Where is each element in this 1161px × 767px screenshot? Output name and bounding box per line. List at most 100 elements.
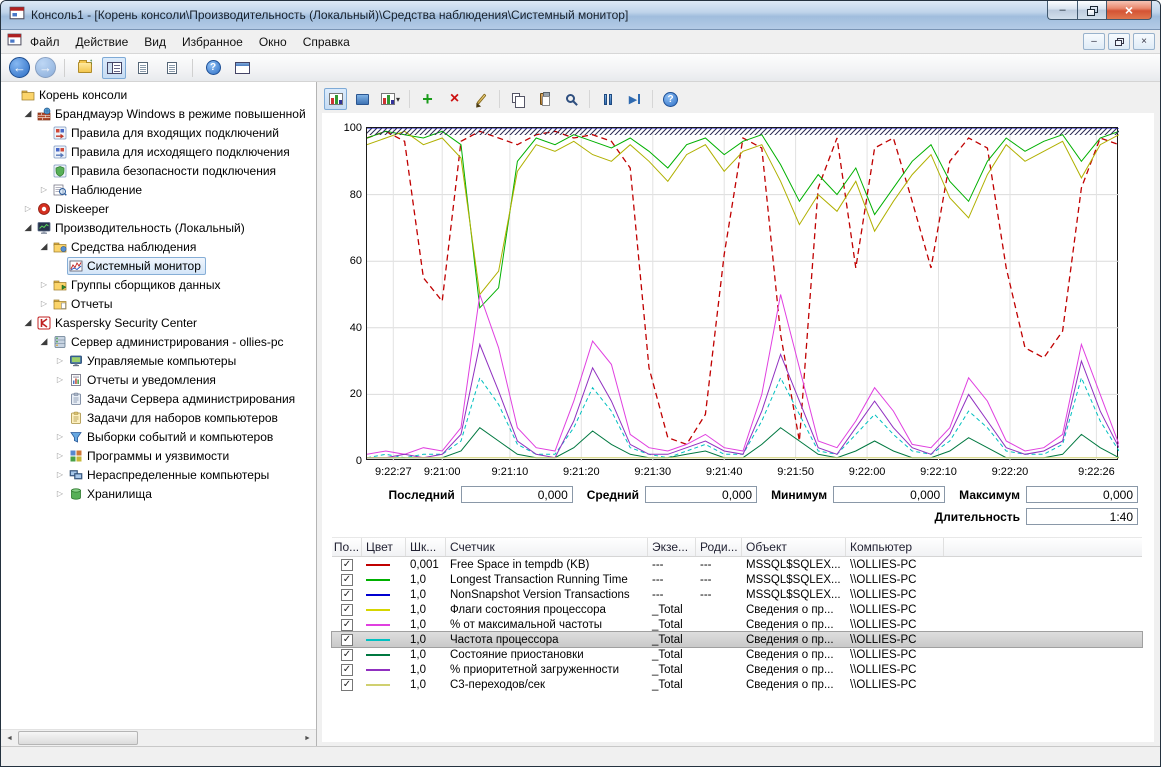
scrollbar-thumb[interactable] <box>18 731 138 745</box>
pm-change-graph-type-button[interactable]: ▾ <box>378 88 403 110</box>
counter-row-2[interactable]: ✓1,0Longest Transaction Running Time----… <box>332 572 1142 587</box>
tree-item-console-root[interactable]: Корень консоли <box>1 85 316 104</box>
menu-window[interactable]: Окно <box>251 31 295 53</box>
maximize-restore-button[interactable] <box>1077 1 1106 20</box>
pm-update-data-button[interactable]: ▶ <box>623 88 646 110</box>
toolbar-forward-button[interactable]: → <box>35 57 56 78</box>
scroll-right-arrow-icon[interactable]: ► <box>299 730 316 746</box>
tree-item-reports[interactable]: ▷Отчеты <box>1 294 316 313</box>
toolbar-show-hide-console-tree-button[interactable] <box>102 57 126 79</box>
tree-item-outbound-rules[interactable]: Правила для исходящего подключения <box>1 142 316 161</box>
counter-row-8[interactable]: ✓1,0% приоритетной загруженности_TotalСв… <box>332 662 1142 677</box>
pm-freeze-display-button[interactable] <box>596 88 619 110</box>
menu-file[interactable]: Файл <box>22 31 68 53</box>
pm-properties-button[interactable] <box>560 88 583 110</box>
toolbar-properties-button[interactable] <box>160 57 184 79</box>
counter-row-6[interactable]: ✓1,0Частота процессора_TotalСведения о п… <box>332 632 1142 647</box>
column-header-instance[interactable]: Экзе... <box>648 538 696 556</box>
counter-checkbox[interactable]: ✓ <box>341 574 353 586</box>
child-restore-button[interactable] <box>1108 33 1130 50</box>
tree-item-windows-firewall[interactable]: ◢Брандмауэр Windows в режиме повышенной <box>1 104 316 123</box>
tree-item-inbound-rules[interactable]: Правила для входящих подключений <box>1 123 316 142</box>
pm-highlight-button[interactable] <box>470 88 493 110</box>
tree-item-unassigned-computers[interactable]: ▷Нераспределенные компьютеры <box>1 465 316 484</box>
counter-row-1[interactable]: ✓0,001Free Space in tempdb (KB)------MSS… <box>332 557 1142 572</box>
column-header-object[interactable]: Объект <box>742 538 846 556</box>
tree-item-admin-server-tasks[interactable]: Задачи Сервера администрирования <box>1 389 316 408</box>
minimize-button[interactable]: – <box>1047 1 1077 20</box>
tree-horizontal-scrollbar[interactable]: ◄ ► <box>1 729 316 746</box>
counter-checkbox[interactable]: ✓ <box>341 589 353 601</box>
child-minimize-button[interactable]: – <box>1083 33 1105 50</box>
tree-item-managed-computers[interactable]: ▷Управляемые компьютеры <box>1 351 316 370</box>
tree-item-connection-security-rules[interactable]: Правила безопасности подключения <box>1 161 316 180</box>
counter-row-9[interactable]: ✓1,0С3-переходов/сек_TotalСведения о пр.… <box>332 677 1142 692</box>
tree-item-event-computer-selections[interactable]: ▷Выборки событий и компьютеров <box>1 427 316 446</box>
column-header-counter[interactable]: Счетчик <box>446 538 648 556</box>
child-close-button[interactable]: × <box>1133 33 1155 50</box>
counter-row-7[interactable]: ✓1,0Состояние приостановки_TotalСведения… <box>332 647 1142 662</box>
menu-favorites[interactable]: Избранное <box>174 31 251 53</box>
counter-checkbox[interactable]: ✓ <box>341 604 353 616</box>
counter-checkbox[interactable]: ✓ <box>341 664 353 676</box>
column-header-computer[interactable]: Компьютер <box>846 538 944 556</box>
twisty-collapsed-icon[interactable]: ▷ <box>53 465 67 484</box>
counter-row-3[interactable]: ✓1,0NonSnapshot Version Transactions----… <box>332 587 1142 602</box>
tree-item-performance[interactable]: ◢Производительность (Локальный) <box>1 218 316 237</box>
menu-help[interactable]: Справка <box>295 31 358 53</box>
column-header-show[interactable]: По... <box>332 538 362 556</box>
tree-item-diskeeper[interactable]: ▷Diskeeper <box>1 199 316 218</box>
scrollbar-track[interactable] <box>18 730 299 747</box>
pm-add-counter-button[interactable]: + <box>416 88 439 110</box>
column-header-scale[interactable]: Шк... <box>406 538 446 556</box>
tree-item-reports-notifications[interactable]: ▷Отчеты и уведомления <box>1 370 316 389</box>
counter-checkbox[interactable]: ✓ <box>341 619 353 631</box>
tree-item-applications-vulnerabilities[interactable]: ▷Программы и уязвимости <box>1 446 316 465</box>
twisty-collapsed-icon[interactable]: ▷ <box>37 294 51 313</box>
twisty-collapsed-icon[interactable]: ▷ <box>53 351 67 370</box>
pm-delete-counter-button[interactable]: × <box>443 88 466 110</box>
counter-row-4[interactable]: ✓1,0Флаги состояния процессора_TotalСвед… <box>332 602 1142 617</box>
column-header-parent[interactable]: Роди... <box>696 538 742 556</box>
titlebar[interactable]: Консоль1 - [Корень консоли\Производитель… <box>1 1 1160 30</box>
twisty-expanded-icon[interactable]: ◢ <box>21 313 35 332</box>
close-button[interactable]: × <box>1106 1 1152 20</box>
tree-item-admin-server[interactable]: ◢Сервер администрирования - ollies-pc <box>1 332 316 351</box>
pm-view-log-data-button[interactable] <box>351 88 374 110</box>
toolbar-back-button[interactable]: ← <box>9 57 30 78</box>
counter-row-5[interactable]: ✓1,0% от максимальной частоты_TotalСведе… <box>332 617 1142 632</box>
counter-checkbox[interactable]: ✓ <box>341 559 353 571</box>
tree-item-computer-set-tasks[interactable]: Задачи для наборов компьютеров <box>1 408 316 427</box>
tree-item-data-collector-sets[interactable]: ▷Группы сборщиков данных <box>1 275 316 294</box>
twisty-collapsed-icon[interactable]: ▷ <box>37 275 51 294</box>
menu-action[interactable]: Действие <box>68 31 137 53</box>
tree-item-monitoring[interactable]: ▷Наблюдение <box>1 180 316 199</box>
twisty-collapsed-icon[interactable]: ▷ <box>53 427 67 446</box>
twisty-expanded-icon[interactable]: ◢ <box>37 332 51 351</box>
toolbar-help-button[interactable]: ? <box>201 57 225 79</box>
twisty-collapsed-icon[interactable]: ▷ <box>21 199 35 218</box>
tree-item-performance-monitor[interactable]: Системный монитор <box>1 256 316 275</box>
twisty-collapsed-icon[interactable]: ▷ <box>37 180 51 199</box>
tree-item-monitoring-tools[interactable]: ◢Средства наблюдения <box>1 237 316 256</box>
counter-checkbox[interactable]: ✓ <box>341 634 353 646</box>
counter-checkbox[interactable]: ✓ <box>341 649 353 661</box>
twisty-expanded-icon[interactable]: ◢ <box>21 104 35 123</box>
pm-view-current-activity-button[interactable] <box>324 88 347 110</box>
menu-view[interactable]: Вид <box>136 31 174 53</box>
scroll-left-arrow-icon[interactable]: ◄ <box>1 730 18 746</box>
twisty-collapsed-icon[interactable]: ▷ <box>53 370 67 389</box>
twisty-collapsed-icon[interactable]: ▷ <box>53 484 67 503</box>
toolbar-new-window-button[interactable] <box>230 57 254 79</box>
pm-help-button[interactable]: ? <box>659 88 682 110</box>
toolbar-export-list-button[interactable] <box>131 57 155 79</box>
pm-copy-properties-button[interactable] <box>506 88 529 110</box>
counter-checkbox[interactable]: ✓ <box>341 679 353 691</box>
tree-item-kaspersky-security-center[interactable]: ◢Kaspersky Security Center <box>1 313 316 332</box>
column-header-color[interactable]: Цвет <box>362 538 406 556</box>
twisty-collapsed-icon[interactable]: ▷ <box>53 446 67 465</box>
twisty-expanded-icon[interactable]: ◢ <box>37 237 51 256</box>
pm-paste-counter-list-button[interactable] <box>533 88 556 110</box>
twisty-expanded-icon[interactable]: ◢ <box>21 218 35 237</box>
tree-item-repositories[interactable]: ▷Хранилища <box>1 484 316 503</box>
